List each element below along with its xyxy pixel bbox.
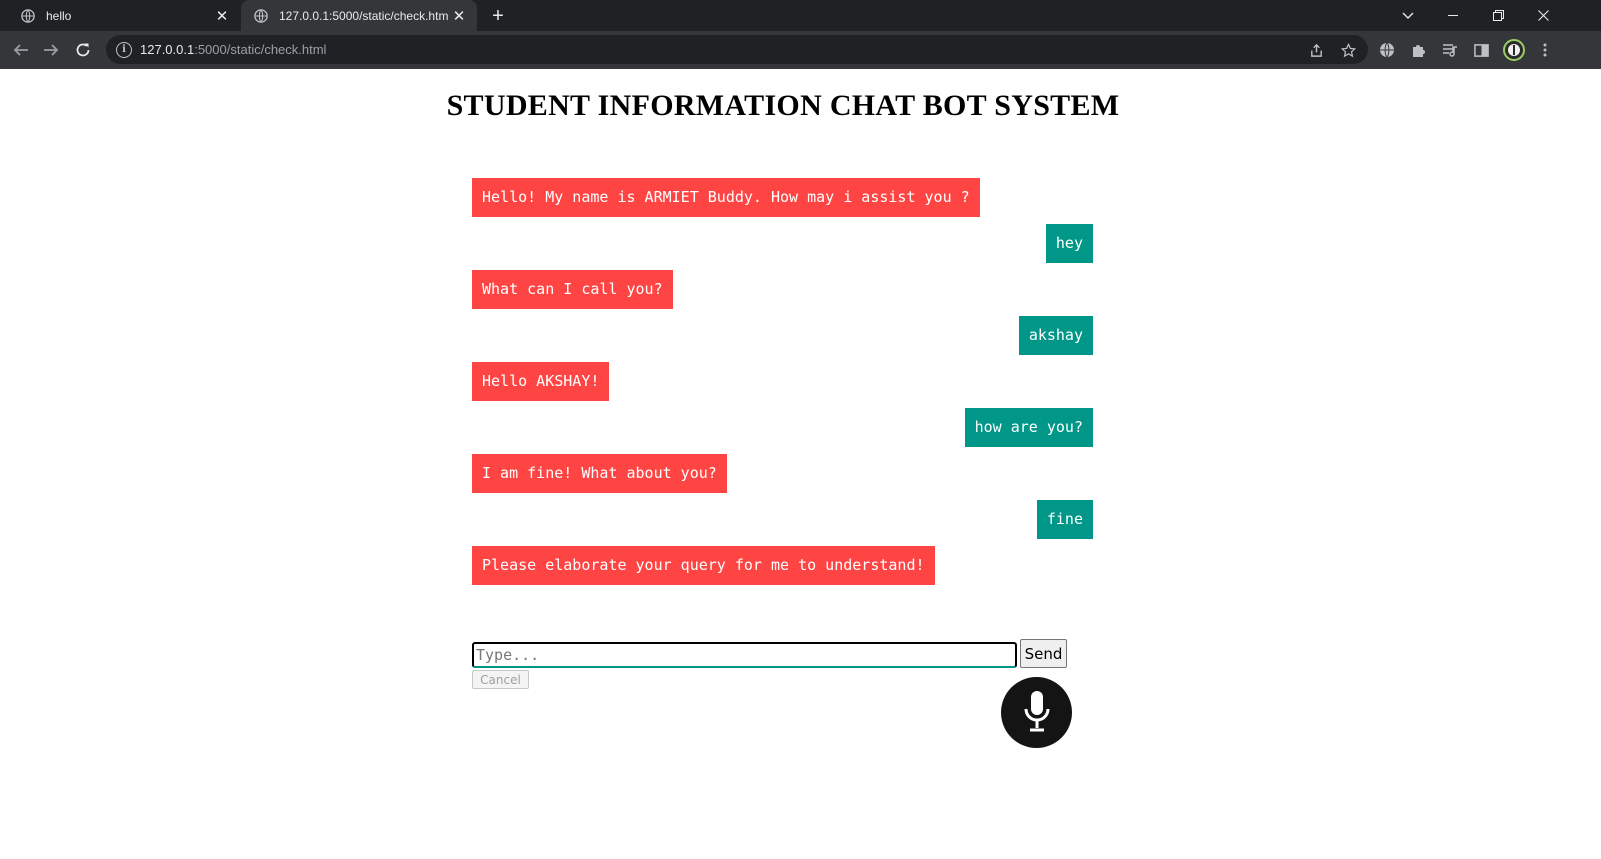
browser-tab-bar: hello ✕ 127.0.0.1:5000/static/check.html… <box>0 0 1601 31</box>
tab-title: hello <box>46 8 72 23</box>
send-button[interactable]: Send <box>1020 639 1067 668</box>
globe-icon <box>20 8 36 24</box>
reload-icon[interactable] <box>70 37 96 63</box>
side-panel-icon[interactable] <box>1472 41 1490 59</box>
new-tab-plus-icon[interactable]: + <box>486 4 510 28</box>
bot-message: Hello AKSHAY! <box>472 362 610 401</box>
browser-toolbar: i 127.0.0.1:5000/static/check.html <box>0 31 1601 69</box>
page-content: STUDENT INFORMATION CHAT BOT SYSTEM Hell… <box>0 69 1601 859</box>
close-window-icon[interactable] <box>1521 0 1565 31</box>
back-arrow-icon[interactable] <box>8 37 34 63</box>
microphone-icon <box>1022 689 1052 736</box>
profile-avatar[interactable] <box>1503 39 1525 61</box>
more-menu-icon[interactable] <box>1536 41 1554 59</box>
user-message: fine <box>1036 500 1093 539</box>
site-info-icon[interactable]: i <box>116 41 132 58</box>
bot-message: Please elaborate your query for me to un… <box>472 546 935 585</box>
globe-icon <box>253 8 269 24</box>
user-message: how are you? <box>964 408 1093 447</box>
close-tab-icon[interactable]: ✕ <box>449 6 469 26</box>
message-input[interactable] <box>472 642 1017 668</box>
share-icon[interactable] <box>1308 42 1324 58</box>
extensions-puzzle-icon[interactable] <box>1410 41 1428 59</box>
microphone-button[interactable] <box>1001 677 1072 748</box>
forward-arrow-icon[interactable] <box>38 37 64 63</box>
browser-tab-hello[interactable]: hello ✕ <box>8 0 240 31</box>
restore-icon[interactable] <box>1476 0 1520 31</box>
address-bar[interactable]: i 127.0.0.1:5000/static/check.html <box>106 35 1368 64</box>
vpn-globe-extension-icon[interactable] <box>1378 41 1396 59</box>
minimize-icon[interactable] <box>1431 0 1475 31</box>
tab-title: 127.0.0.1:5000/static/check.html <box>279 8 449 23</box>
media-queue-icon[interactable] <box>1441 41 1459 59</box>
url-text: 127.0.0.1:5000/static/check.html <box>140 42 327 57</box>
cancel-button[interactable]: Cancel <box>472 670 529 689</box>
bot-message: I am fine! What about you? <box>472 454 727 493</box>
bot-message: What can I call you? <box>472 270 673 309</box>
close-tab-icon[interactable]: ✕ <box>212 6 232 26</box>
page-title: STUDENT INFORMATION CHAT BOT SYSTEM <box>446 89 1120 122</box>
tab-search-chevron-icon[interactable] <box>1386 0 1430 31</box>
bookmark-star-icon[interactable] <box>1340 42 1356 58</box>
user-message: akshay <box>1018 316 1093 355</box>
bot-message: Hello! My name is ARMIET Buddy. How may … <box>472 178 980 217</box>
user-message: hey <box>1045 224 1093 263</box>
browser-tab-check[interactable]: 127.0.0.1:5000/static/check.html ✕ <box>241 0 477 31</box>
